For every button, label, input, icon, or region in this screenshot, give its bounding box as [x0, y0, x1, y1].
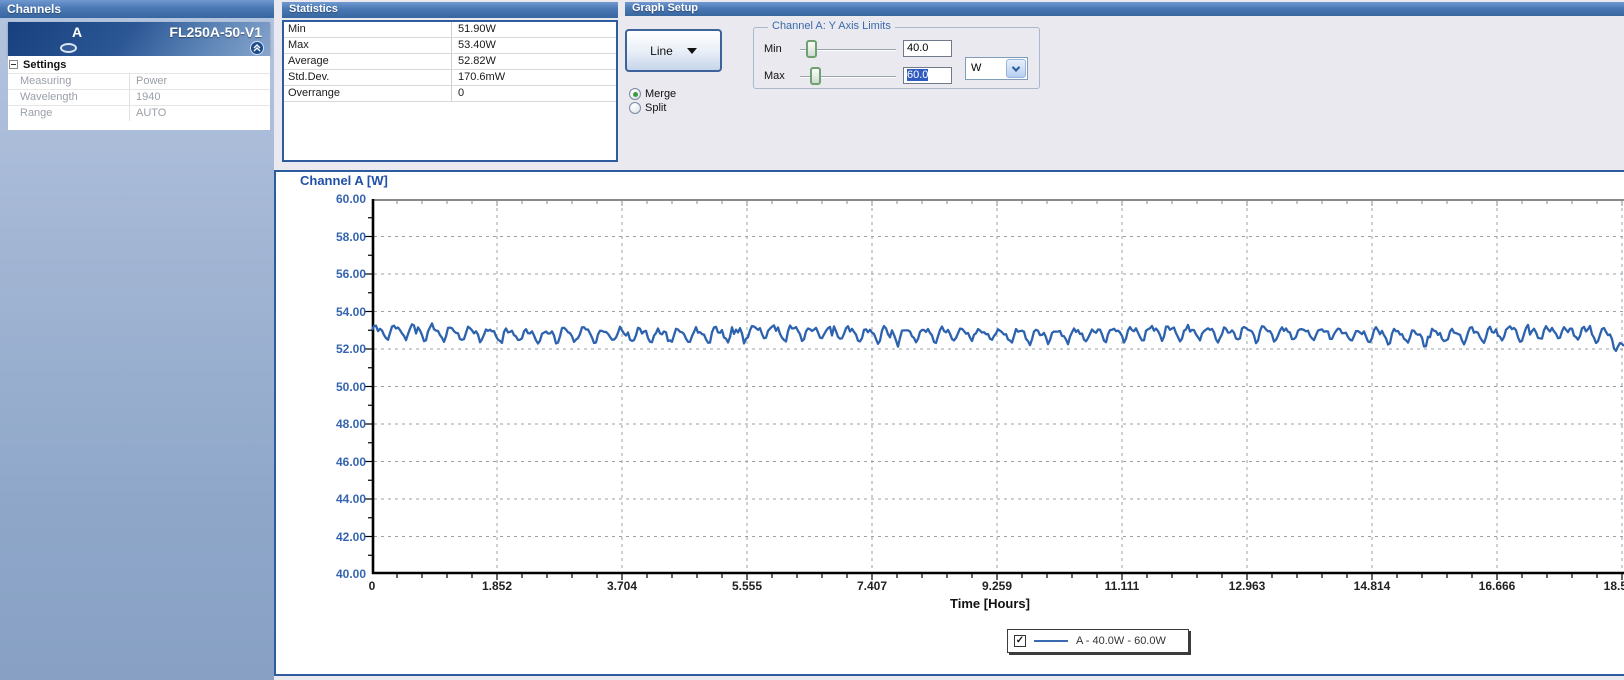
stat-label: Std.Dev.	[284, 70, 452, 85]
stat-value: 51.90W	[452, 22, 496, 37]
x-tick-label: 11.111	[1082, 579, 1162, 593]
channels-panel-header: Channels	[0, 0, 274, 18]
y-tick-label: 52.00	[290, 342, 366, 356]
y-tick-label: 58.00	[290, 230, 366, 244]
channel-status-lamp-icon	[60, 43, 77, 53]
statistics-panel-title: Statistics	[289, 3, 338, 15]
x-tick-label: 12.963	[1207, 579, 1287, 593]
legend-line-sample-icon	[1034, 640, 1068, 642]
combobox-dropdown-button[interactable]	[1006, 59, 1026, 78]
setting-label: Measuring	[8, 74, 130, 89]
stat-value: 170.6mW	[452, 70, 505, 85]
y-tick-label: 60.00	[290, 192, 366, 206]
y-axis-limits-title: Channel A: Y Axis Limits	[768, 20, 895, 32]
x-tick-label: 7.407	[832, 579, 912, 593]
split-radio-label: Split	[645, 102, 666, 114]
y-tick-label: 48.00	[290, 417, 366, 431]
channel-a-card[interactable]: A FL250A-50-V1	[8, 22, 270, 56]
setting-label: Wavelength	[8, 90, 130, 105]
setting-row-range: Range AUTO	[8, 105, 270, 121]
max-value-text-selected: 60.0	[907, 69, 928, 81]
stat-label: Average	[284, 54, 452, 69]
y-tick-label: 56.00	[290, 267, 366, 281]
merge-radio[interactable]: Merge	[629, 88, 676, 100]
min-value-input[interactable]: 40.0	[903, 40, 952, 57]
x-tick-label: 14.814	[1332, 579, 1412, 593]
statistics-table: Min 51.90W Max 53.40W Average 52.82W Std…	[282, 20, 618, 162]
max-value-input[interactable]: 60.0	[903, 67, 952, 84]
x-axis-title: Time [Hours]	[890, 596, 1090, 611]
graph-setup-header: Graph Setup	[625, 2, 1624, 16]
stat-value: 53.40W	[452, 38, 496, 53]
collapse-settings-icon[interactable]	[9, 60, 18, 69]
settings-header-label: Settings	[23, 59, 66, 71]
stat-label: Overrange	[284, 86, 452, 101]
setting-row-wavelength: Wavelength 1940	[8, 89, 270, 105]
x-tick-label: 1.852	[457, 579, 537, 593]
graph-type-label: Line	[650, 44, 673, 58]
channel-model-label: FL250A-50-V1	[169, 24, 262, 40]
y-tick-label: 44.00	[290, 492, 366, 506]
legend-checkbox[interactable]: ✓	[1014, 635, 1026, 647]
setting-label: Range	[8, 106, 130, 121]
radio-selected-icon	[629, 88, 641, 100]
table-row-stddev: Std.Dev. 170.6mW	[284, 70, 616, 86]
graph-setup-title: Graph Setup	[632, 2, 698, 14]
setting-value: Power	[130, 74, 167, 89]
max-slider-handle[interactable]	[810, 67, 821, 85]
channel-letter: A	[72, 24, 82, 40]
series-a-trace	[372, 323, 1624, 351]
chart-legend: ✓ A - 40.0W - 60.0W	[1007, 629, 1189, 653]
setting-value: AUTO	[130, 106, 166, 121]
x-tick-label: 16.666	[1457, 579, 1537, 593]
double-chevron-up-icon	[252, 43, 262, 53]
chevron-down-icon	[1012, 63, 1020, 71]
y-tick-label: 54.00	[290, 305, 366, 319]
statistics-panel-header: Statistics	[282, 2, 618, 18]
graph-type-dropdown-button[interactable]: Line	[625, 29, 722, 72]
setting-value: 1940	[130, 90, 160, 105]
settings-header: Settings	[8, 56, 270, 73]
min-slider-label: Min	[764, 43, 782, 55]
stat-label: Max	[284, 38, 452, 53]
x-tick-label: 9.259	[957, 579, 1037, 593]
table-row-max: Max 53.40W	[284, 38, 616, 54]
dropdown-arrow-icon	[687, 48, 697, 54]
app-root: Channels A FL250A-50-V1 Settings Measuri…	[0, 0, 1624, 680]
stat-label: Min	[284, 22, 452, 37]
min-value-text: 40.0	[907, 42, 928, 54]
split-radio[interactable]: Split	[629, 102, 666, 114]
channels-panel-title: Channels	[7, 2, 61, 16]
table-row-overrange: Overrange 0	[284, 86, 616, 102]
unit-value: W	[966, 58, 1005, 79]
x-tick-label: 5.555	[707, 579, 787, 593]
y-tick-label: 50.00	[290, 380, 366, 394]
radio-unselected-icon	[629, 102, 641, 114]
merge-radio-label: Merge	[645, 88, 676, 100]
y-tick-label: 46.00	[290, 455, 366, 469]
stat-value: 52.82W	[452, 54, 496, 69]
y-tick-label: 42.00	[290, 530, 366, 544]
max-slider-label: Max	[764, 70, 785, 82]
table-row-min: Min 51.90W	[284, 22, 616, 38]
legend-series-label: A - 40.0W - 60.0W	[1076, 635, 1166, 647]
x-tick-label: 18.518	[1582, 579, 1624, 593]
channels-panel: Channels A FL250A-50-V1 Settings Measuri…	[0, 0, 274, 680]
collapse-channel-button[interactable]	[250, 41, 264, 55]
stat-value: 0	[452, 86, 464, 101]
x-tick-label: 0	[332, 579, 412, 593]
unit-combobox[interactable]: W	[965, 57, 1028, 80]
setting-row-measuring: Measuring Power	[8, 73, 270, 89]
channel-settings-box: Settings Measuring Power Wavelength 1940…	[8, 56, 270, 130]
chart-title: Channel A [W]	[300, 173, 388, 188]
plot-area	[372, 199, 1624, 575]
table-row-average: Average 52.82W	[284, 54, 616, 70]
x-tick-label: 3.704	[582, 579, 662, 593]
min-slider-handle[interactable]	[806, 40, 817, 58]
